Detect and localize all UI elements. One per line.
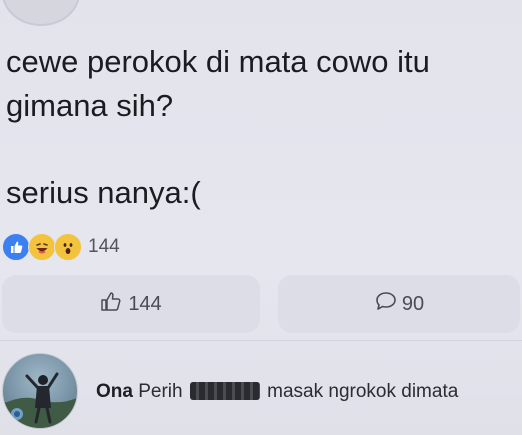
comment-text-start: Perih	[138, 381, 183, 402]
like-button[interactable]: 144	[2, 275, 260, 333]
post-body: cewe perokok di mata cowo itu gimana sih…	[6, 40, 506, 215]
comment-author[interactable]: Ona	[96, 381, 133, 402]
section-divider	[0, 340, 522, 341]
post-actions: 144 90	[0, 275, 522, 333]
comment-text: Ona Perih masak ngrokok dimata	[96, 381, 458, 403]
comment-text-end: masak ngrokok dimata	[267, 381, 459, 402]
haha-reaction-icon	[28, 233, 56, 261]
post-text-line-3: serius nanya:(	[6, 175, 201, 210]
post-text-line-1: cewe perokok di mata cowo itu	[6, 44, 430, 79]
comment-bubble-icon	[374, 290, 402, 318]
comment-button[interactable]: 90	[278, 275, 520, 333]
commenter-avatar[interactable]	[2, 353, 78, 429]
wow-reaction-icon	[54, 233, 82, 261]
poster-avatar[interactable]	[2, 0, 80, 26]
post-text-line-2: gimana sih?	[6, 88, 174, 123]
thumbs-up-icon	[100, 290, 128, 318]
post-card: cewe perokok di mata cowo itu gimana sih…	[0, 0, 522, 435]
comment-count: 90	[401, 292, 425, 315]
reaction-count: 144	[88, 236, 120, 257]
like-reaction-icon	[2, 233, 30, 261]
reaction-summary[interactable]: 144	[2, 232, 120, 262]
censor-bar	[189, 382, 260, 400]
like-count: 144	[128, 292, 162, 315]
comment-item: Ona Perih masak ngrokok dimata	[0, 353, 522, 435]
